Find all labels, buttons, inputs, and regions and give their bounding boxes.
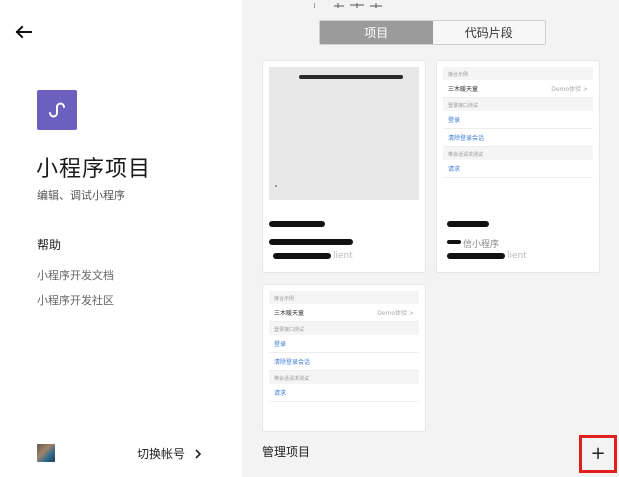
switch-account-button[interactable]: 切换帐号: [137, 445, 202, 462]
avatar: [37, 444, 55, 462]
project-name-redacted: [269, 221, 325, 227]
back-arrow-icon[interactable]: [14, 22, 34, 42]
preview-row: 三木暖天童 Demo体验 >: [269, 304, 419, 322]
help-heading: 帮助: [37, 238, 62, 252]
help-link-docs[interactable]: 小程序开发文档: [37, 267, 114, 283]
project-desc-fragment: 信小程序: [463, 240, 500, 250]
project-card[interactable]: lient: [262, 60, 426, 273]
preview-section-header: 接合示例: [448, 72, 469, 78]
project-appid-redacted: [269, 239, 353, 245]
project-path-fragment: lient: [507, 251, 527, 261]
project-preview: 接合示例 三木暖天童 Demo体验 > 登录接口测试 登录 清除登录会话 带会话…: [269, 291, 419, 402]
preview-row: 登录: [443, 111, 593, 129]
preview-redacted-bar: [299, 75, 403, 79]
preview-section-header: 登录接口测试: [274, 327, 305, 333]
preview-dot: [275, 185, 277, 187]
project-path-fragment: lient: [333, 251, 353, 261]
plus-icon: +: [590, 443, 606, 464]
preview-row: 请求: [269, 384, 419, 402]
add-project-button[interactable]: +: [579, 435, 617, 473]
project-card[interactable]: 接合示例 三木暖天童 Demo体验 > 登录接口测试 登录 清除登录会话 带会话…: [436, 60, 600, 273]
preview-row: 清除登录会话: [443, 129, 593, 147]
tab-bar: 项目 代码片段: [319, 20, 546, 45]
preview-row-text: 三木暖天童: [448, 86, 479, 93]
preview-row: 请求: [443, 160, 593, 178]
preview-row: 三木暖天童 Demo体验 >: [443, 80, 593, 98]
tab-code-snippets[interactable]: 代码片段: [432, 21, 545, 44]
project-appid-redacted: [447, 240, 461, 244]
preview-section-header: 接合示例: [274, 296, 295, 302]
preview-row: 登录: [269, 335, 419, 353]
chevron-right-icon: [195, 448, 202, 459]
project-list-pane: 项目 代码片段 lient 接合示例 三木暖天童 Demo体验 > 登录接口测试…: [242, 0, 619, 477]
project-name-redacted: [447, 221, 489, 227]
project-path-redacted: [273, 253, 331, 259]
preview-row-right: Demo体验 >: [551, 86, 588, 93]
manage-projects-button[interactable]: 管理项目: [262, 443, 310, 460]
switch-account-label: 切换帐号: [137, 447, 186, 461]
preview-row-text: 三木暖天童: [274, 310, 305, 317]
project-card[interactable]: 接合示例 三木暖天童 Demo体验 > 登录接口测试 登录 清除登录会话 带会话…: [262, 284, 426, 432]
preview-section-header: 带会话请求测试: [448, 152, 484, 158]
page-title: 小程序项目: [36, 157, 152, 182]
miniprogram-logo-icon: [37, 90, 77, 130]
preview-row-right: Demo体验 >: [377, 310, 414, 317]
project-path-redacted: [447, 253, 505, 259]
help-link-community[interactable]: 小程序开发社区: [37, 292, 114, 308]
left-pane: 小程序项目 编辑、调试小程序 帮助 小程序开发文档 小程序开发社区 切换帐号: [0, 0, 242, 477]
window-top-edge: [314, 0, 404, 8]
project-preview: 接合示例 三木暖天童 Demo体验 > 登录接口测试 登录 清除登录会话 带会话…: [443, 67, 593, 178]
project-preview: [269, 67, 419, 200]
preview-section-header: 登录接口测试: [448, 103, 479, 109]
tab-projects[interactable]: 项目: [320, 21, 433, 44]
preview-section-header: 带会话请求测试: [274, 376, 310, 382]
page-subtitle: 编辑、调试小程序: [37, 189, 125, 202]
preview-row: 清除登录会话: [269, 353, 419, 371]
